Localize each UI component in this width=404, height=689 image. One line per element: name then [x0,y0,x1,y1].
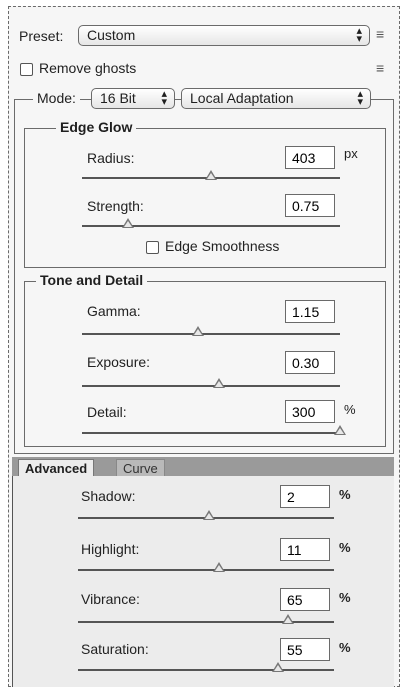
shadow-field[interactable] [280,485,330,508]
shadow-slider[interactable] [78,510,334,523]
exposure-label: Exposure: [87,354,151,370]
radius-field[interactable] [285,146,335,169]
exposure-slider[interactable] [82,378,340,391]
slider-thumb[interactable] [122,218,135,228]
gamma-slider[interactable] [82,326,340,339]
slider-thumb[interactable] [212,562,225,572]
preset-value: Custom [87,27,136,43]
preset-select[interactable]: Custom ▴ ▾ [78,25,370,46]
method-value: Local Adaptation [190,90,294,106]
slider-thumb[interactable] [212,378,225,388]
bit-depth-select[interactable]: 16 Bit ▴ ▾ [91,88,175,109]
mode-label: Mode: [33,90,80,106]
saturation-label: Saturation: [81,641,149,657]
detail-field[interactable] [285,400,335,423]
edge-glow-title: Edge Glow [56,119,137,135]
method-select[interactable]: Local Adaptation ▴ ▾ [181,88,371,109]
radius-unit: px [344,146,358,161]
slider-thumb[interactable] [205,170,217,180]
strength-label: Strength: [87,198,144,214]
tab-advanced[interactable]: Advanced [18,459,95,476]
slider-thumb[interactable] [192,326,205,336]
slider-thumb[interactable] [271,662,284,672]
remove-ghosts-checkbox[interactable] [20,63,33,76]
saturation-field[interactable] [280,638,330,661]
vibrance-field[interactable] [280,588,330,611]
slider-thumb[interactable] [334,425,346,435]
preset-label: Preset: [19,28,64,44]
highlight-slider[interactable] [78,562,334,575]
gamma-field[interactable] [285,300,335,323]
vibrance-label: Vibrance: [81,591,140,607]
highlight-field[interactable] [280,538,330,561]
shadow-unit: % [339,487,351,502]
highlight-unit: % [339,540,351,555]
tone-detail-title: Tone and Detail [36,272,148,288]
shadow-label: Shadow: [81,488,136,504]
vibrance-unit: % [339,590,351,605]
updown-chevron-icon: ▴ ▾ [356,25,362,45]
remove-ghosts-label: Remove ghosts [39,60,137,76]
gamma-label: Gamma: [87,303,141,319]
edge-smoothness-checkbox[interactable] [146,241,159,254]
tab-curve[interactable]: Curve [116,459,165,476]
detail-label: Detail: [87,404,127,420]
bit-depth-value: 16 Bit [100,90,136,106]
edge-smoothness-label: Edge Smoothness [165,238,280,254]
radius-slider[interactable] [82,170,340,183]
panel-menu-icon[interactable]: ≡ [376,26,384,42]
slider-thumb[interactable] [202,510,215,520]
exposure-field[interactable] [285,351,335,374]
radius-label: Radius: [87,150,135,166]
strength-slider[interactable] [82,218,340,231]
updown-chevron-icon: ▴ ▾ [161,88,167,108]
highlight-label: Highlight: [81,541,140,557]
strength-field[interactable] [285,194,335,217]
tab-bar: Advanced Curve [12,457,394,476]
saturation-slider[interactable] [78,662,334,675]
saturation-unit: % [339,640,351,655]
slider-thumb[interactable] [281,614,294,624]
updown-chevron-icon: ▴ ▾ [357,88,363,108]
vibrance-slider[interactable] [78,614,334,627]
detail-unit: % [344,402,356,417]
detail-slider[interactable] [82,425,346,438]
panel-menu-icon[interactable]: ≡ [376,60,384,76]
